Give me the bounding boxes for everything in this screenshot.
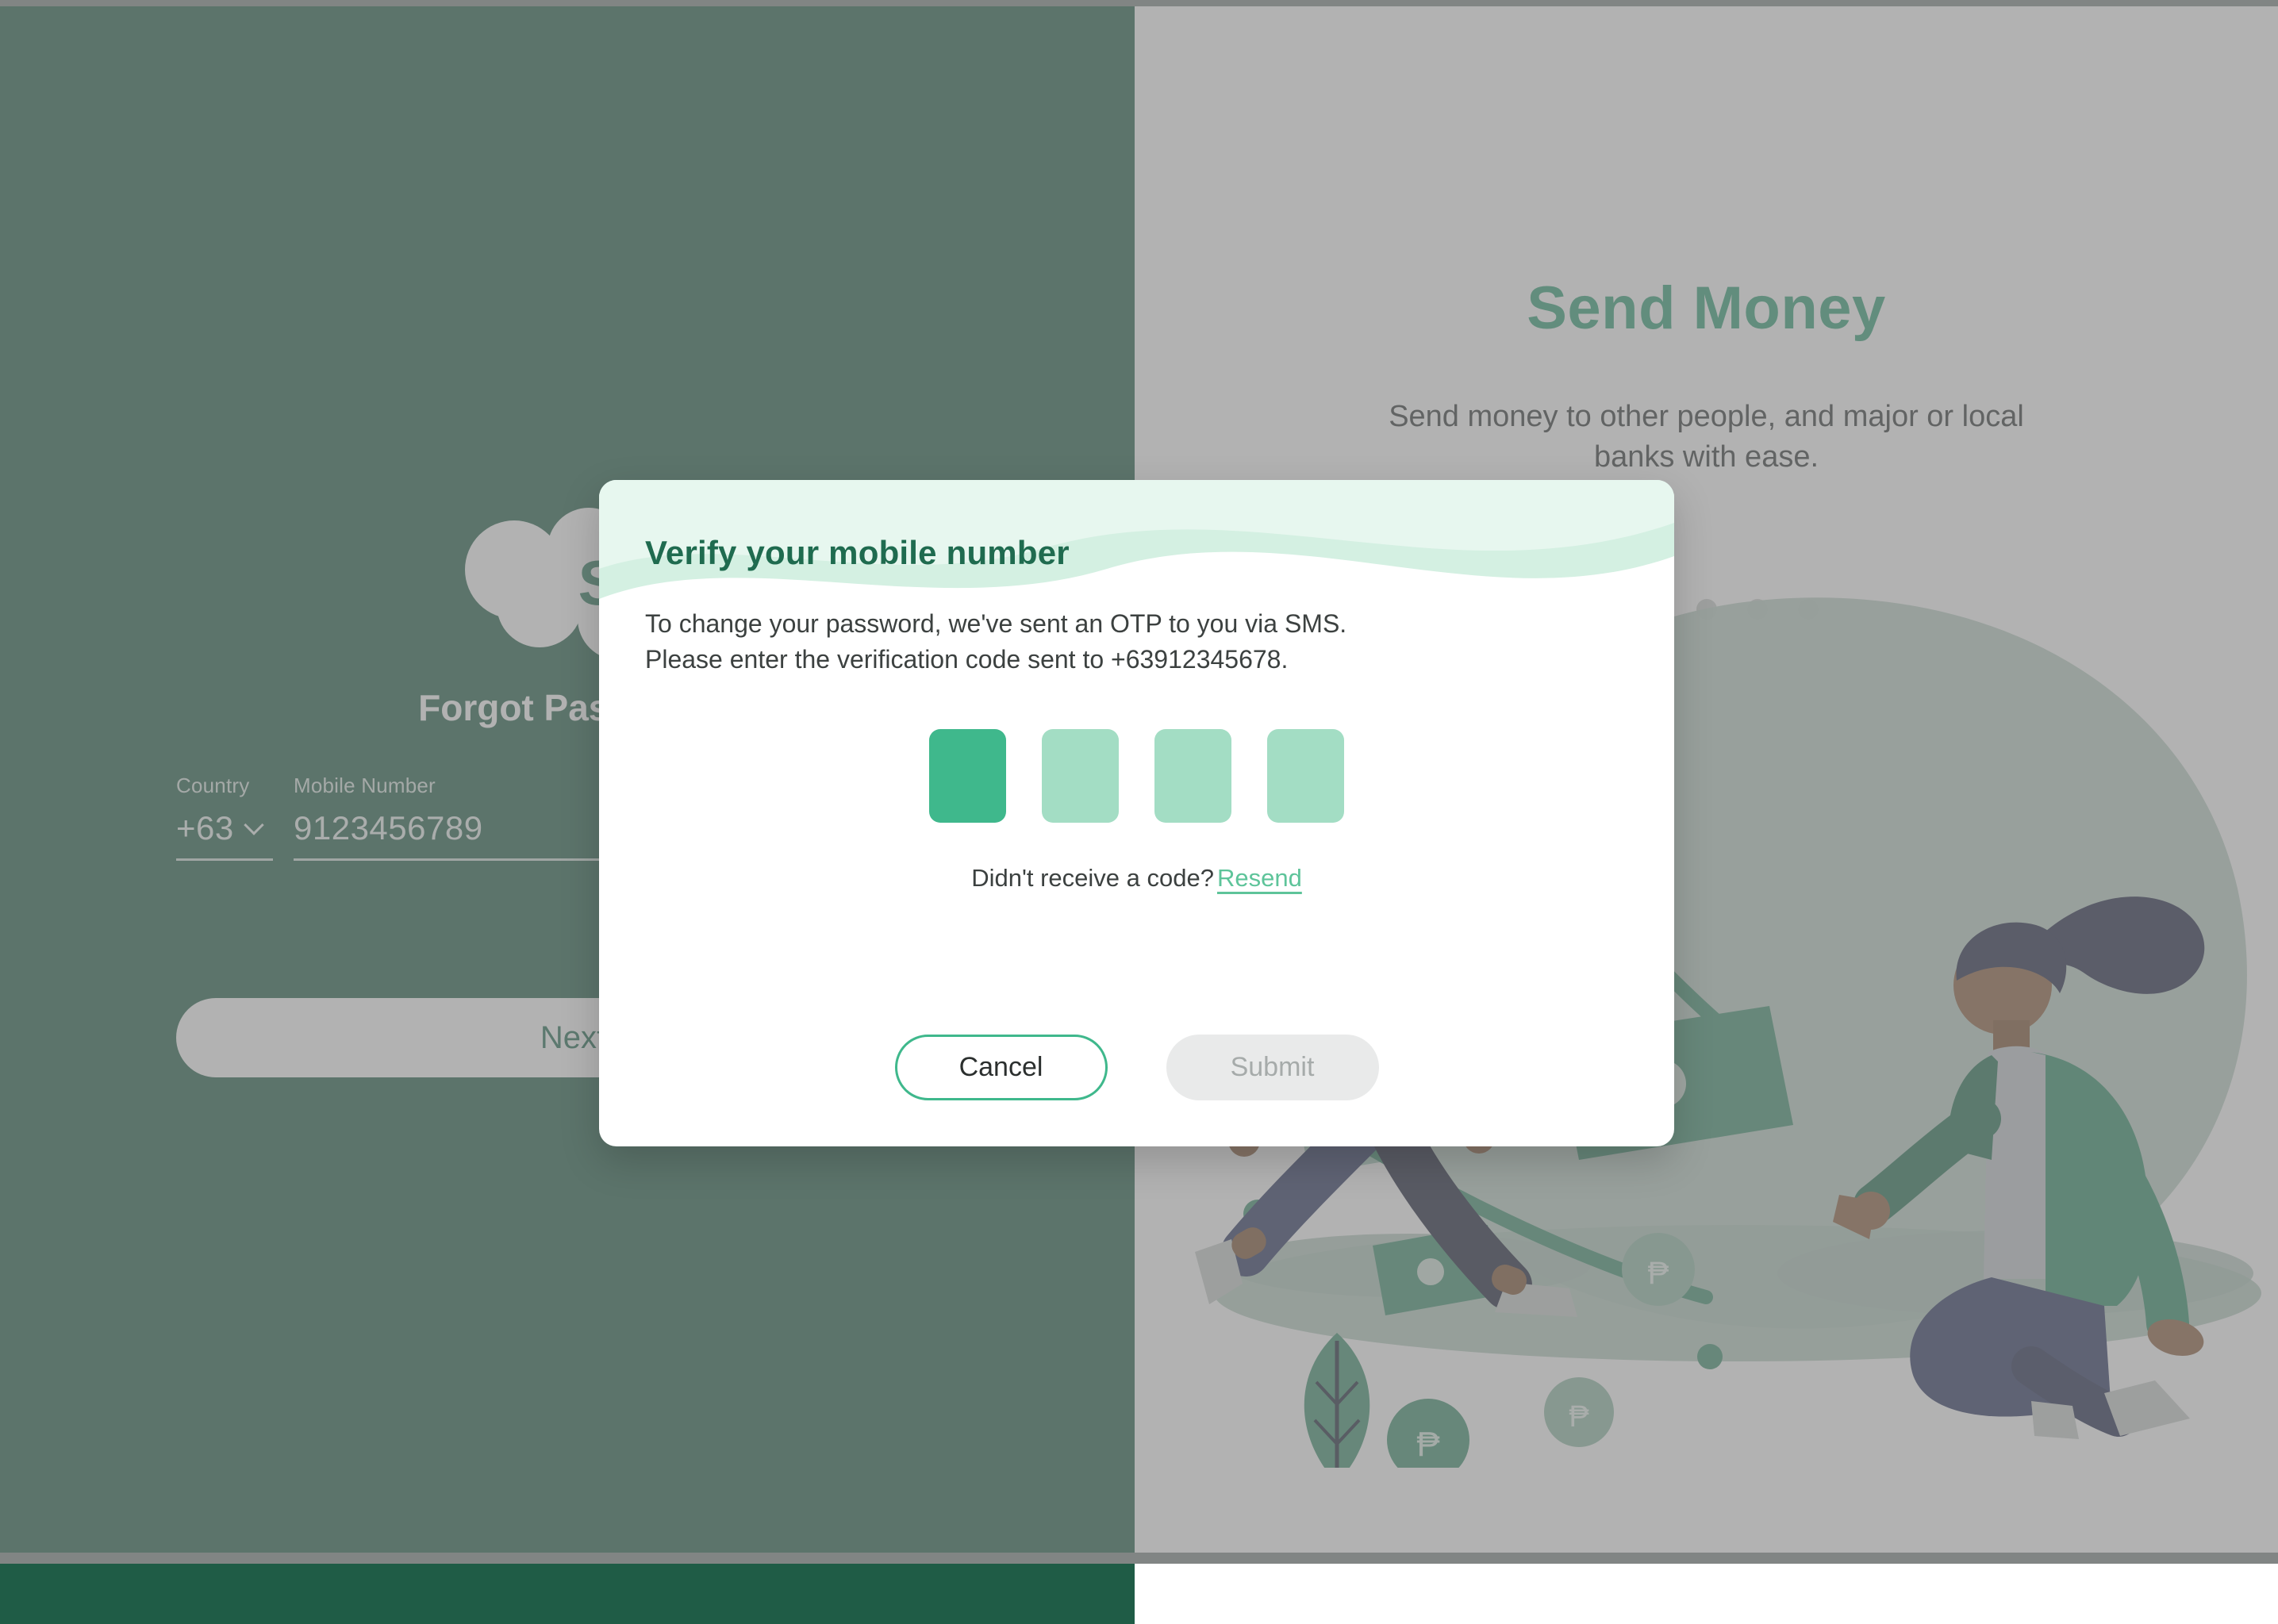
resend-prompt: Didn't receive a code? [971, 863, 1214, 892]
modal-description: To change your password, we've sent an O… [645, 606, 1628, 678]
otp-input-group [645, 728, 1628, 823]
country-field: Country +63 [176, 774, 273, 861]
svg-text:₱: ₱ [1569, 1400, 1588, 1434]
country-value: +63 [176, 809, 234, 847]
otp-digit-2[interactable] [1042, 728, 1119, 823]
cancel-button[interactable]: Cancel [894, 1035, 1108, 1100]
submit-button: Submit [1166, 1035, 1379, 1100]
svg-text:₱: ₱ [1648, 1256, 1669, 1291]
svg-text:₱: ₱ [1416, 1425, 1439, 1464]
resend-link[interactable]: Resend [1217, 864, 1302, 892]
modal-description-line-1: To change your password, we've sent an O… [645, 609, 1347, 638]
browser-chrome-top [0, 0, 2278, 6]
browser-chrome-bottom [0, 1553, 2278, 1564]
otp-digit-3[interactable] [1154, 728, 1231, 823]
resend-row: Didn't receive a code? Resend [645, 864, 1628, 893]
modal-description-line-2: Please enter the verification code sent … [645, 645, 1289, 674]
otp-digit-4[interactable] [1267, 728, 1344, 823]
country-label: Country [176, 774, 250, 797]
mobile-number-value: 9123456789 [294, 809, 483, 847]
modal-actions: Cancel Submit [599, 1035, 1674, 1100]
verify-mobile-modal: Verify your mobile number To change your… [599, 480, 1674, 1146]
slide-title: Send Money [1527, 275, 1886, 342]
app-root: SAL Forgot Password Country +63 Mobile N… [0, 0, 2278, 1624]
modal-title: Verify your mobile number [645, 534, 1070, 571]
country-select[interactable]: +63 [176, 809, 273, 861]
chevron-down-icon [245, 816, 263, 834]
slide-subtitle: Send money to other people, and major or… [1389, 400, 2024, 474]
modal-body: Verify your mobile number To change your… [599, 480, 1674, 893]
otp-digit-1[interactable] [929, 728, 1006, 823]
